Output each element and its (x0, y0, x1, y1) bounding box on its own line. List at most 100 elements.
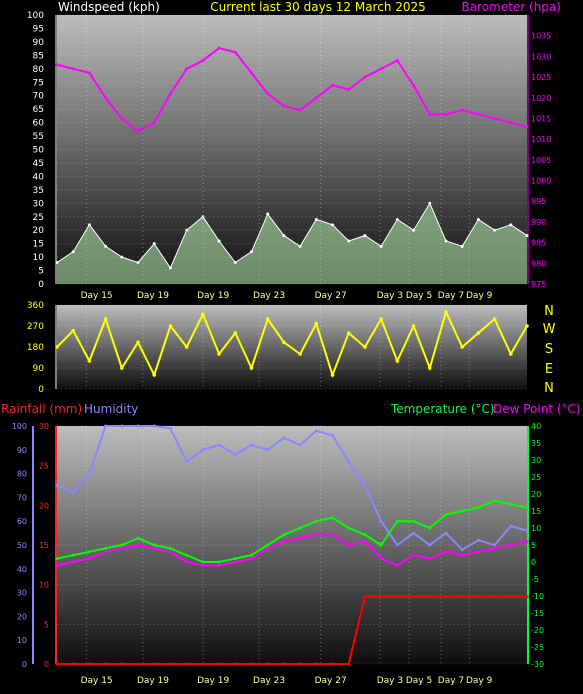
wind-y-tick-label: 85 (33, 51, 44, 61)
point-dewpoint (379, 557, 383, 561)
point-humidity (217, 443, 221, 447)
point-humidity (412, 531, 416, 535)
x-tick-label-wind: Day 23 (253, 291, 285, 301)
compass-label-n-bottom: N (544, 381, 554, 396)
point-rainfall (314, 662, 318, 666)
point-windspeed (493, 228, 497, 232)
point-humidity (201, 448, 205, 452)
point-temperature (71, 553, 75, 557)
point-windspeed (476, 217, 480, 221)
point-rainfall (347, 662, 351, 666)
point-wind-direction (265, 317, 270, 321)
point-barometer (87, 71, 91, 75)
point-rainfall (249, 662, 253, 666)
point-dewpoint (168, 550, 172, 554)
point-temperature (266, 543, 270, 547)
point-barometer (347, 87, 351, 91)
point-rainfall (185, 662, 189, 666)
point-temperature (493, 499, 497, 503)
point-windspeed (331, 223, 335, 227)
point-wind-direction (201, 312, 205, 317)
x-tick-label-wind: Day 9 (466, 291, 493, 301)
point-rainfall (509, 595, 513, 599)
point-barometer (71, 67, 75, 71)
point-barometer (395, 59, 399, 63)
x-tick-label-wind: Day 5 (406, 291, 432, 301)
point-dewpoint (266, 546, 270, 550)
point-dewpoint (217, 563, 221, 567)
barometer-y-tick-label: 1025 (531, 73, 551, 82)
point-windspeed (428, 201, 432, 205)
point-dewpoint (298, 536, 302, 540)
point-dewpoint (412, 553, 416, 557)
barometer-y-tick-label: 1000 (531, 177, 551, 186)
x-tick-label-wind: Day 7 (438, 291, 464, 301)
temp-y-tick-label: -25 (531, 643, 544, 652)
direction-y-tick-label: 90 (33, 364, 45, 374)
wind-axis-title: Windspeed (kph) (58, 0, 160, 14)
point-dewpoint (201, 563, 205, 567)
point-windspeed (152, 242, 156, 246)
point-temperature (395, 519, 399, 523)
point-humidity (120, 424, 124, 428)
point-wind-direction (444, 310, 448, 314)
point-dewpoint (428, 557, 432, 561)
point-barometer (233, 50, 237, 54)
point-temperature (460, 509, 464, 513)
point-windspeed (298, 244, 302, 248)
point-windspeed (233, 260, 237, 264)
point-wind-direction (71, 328, 76, 333)
point-temperature (233, 557, 237, 561)
wind-y-tick-label: 65 (33, 105, 44, 115)
point-humidity (266, 448, 270, 452)
point-wind-direction (460, 345, 464, 349)
point-windspeed (347, 239, 351, 243)
point-humidity (249, 443, 253, 447)
temp-y-tick-label: -30 (531, 660, 544, 669)
temp-y-tick-label: -15 (531, 609, 544, 618)
temp-y-tick-label: 25 (531, 473, 541, 482)
point-windspeed (314, 217, 318, 221)
point-rainfall (266, 662, 270, 666)
point-barometer (217, 46, 221, 50)
humidity-y-tick-label: 20 (17, 612, 27, 621)
point-temperature (282, 533, 286, 537)
point-rainfall (136, 662, 140, 666)
point-dewpoint (493, 546, 497, 550)
point-barometer (331, 83, 335, 87)
point-rainfall (217, 662, 221, 666)
wind-y-tick-label: 55 (33, 132, 44, 142)
wind-y-tick-label: 25 (33, 213, 44, 223)
point-humidity (444, 531, 448, 535)
wind-y-tick-label: 60 (33, 119, 45, 129)
point-windspeed (379, 244, 383, 248)
direction-y-tick-label: 0 (38, 385, 44, 395)
wind-y-tick-label: 15 (33, 240, 44, 250)
point-humidity (428, 543, 432, 547)
point-rainfall (55, 662, 59, 666)
point-humidity (525, 529, 529, 533)
point-wind-direction (492, 317, 497, 321)
point-rainfall (428, 595, 432, 599)
point-windspeed (71, 250, 75, 254)
wind-y-tick-label: 95 (33, 24, 44, 34)
point-temperature (379, 543, 383, 547)
point-temperature (168, 546, 172, 550)
temp-y-tick-label: 5 (531, 541, 536, 550)
point-temperature (55, 557, 59, 561)
point-rainfall (476, 595, 480, 599)
humidity-y-tick-label: 100 (12, 422, 27, 431)
rain-y-tick-label: 15 (39, 541, 49, 550)
point-humidity (71, 491, 75, 495)
point-rainfall (363, 595, 367, 599)
point-windspeed (55, 260, 59, 264)
legend-dewpoint: Dew Point (°C) (493, 402, 581, 416)
barometer-y-tick-label: 1005 (531, 156, 551, 165)
temp-y-tick-label: 10 (531, 524, 541, 533)
point-dewpoint (525, 540, 529, 544)
point-wind-direction (136, 340, 140, 345)
point-humidity (314, 429, 318, 433)
point-barometer (493, 116, 497, 120)
point-dewpoint (152, 546, 156, 550)
point-temperature (136, 536, 140, 540)
